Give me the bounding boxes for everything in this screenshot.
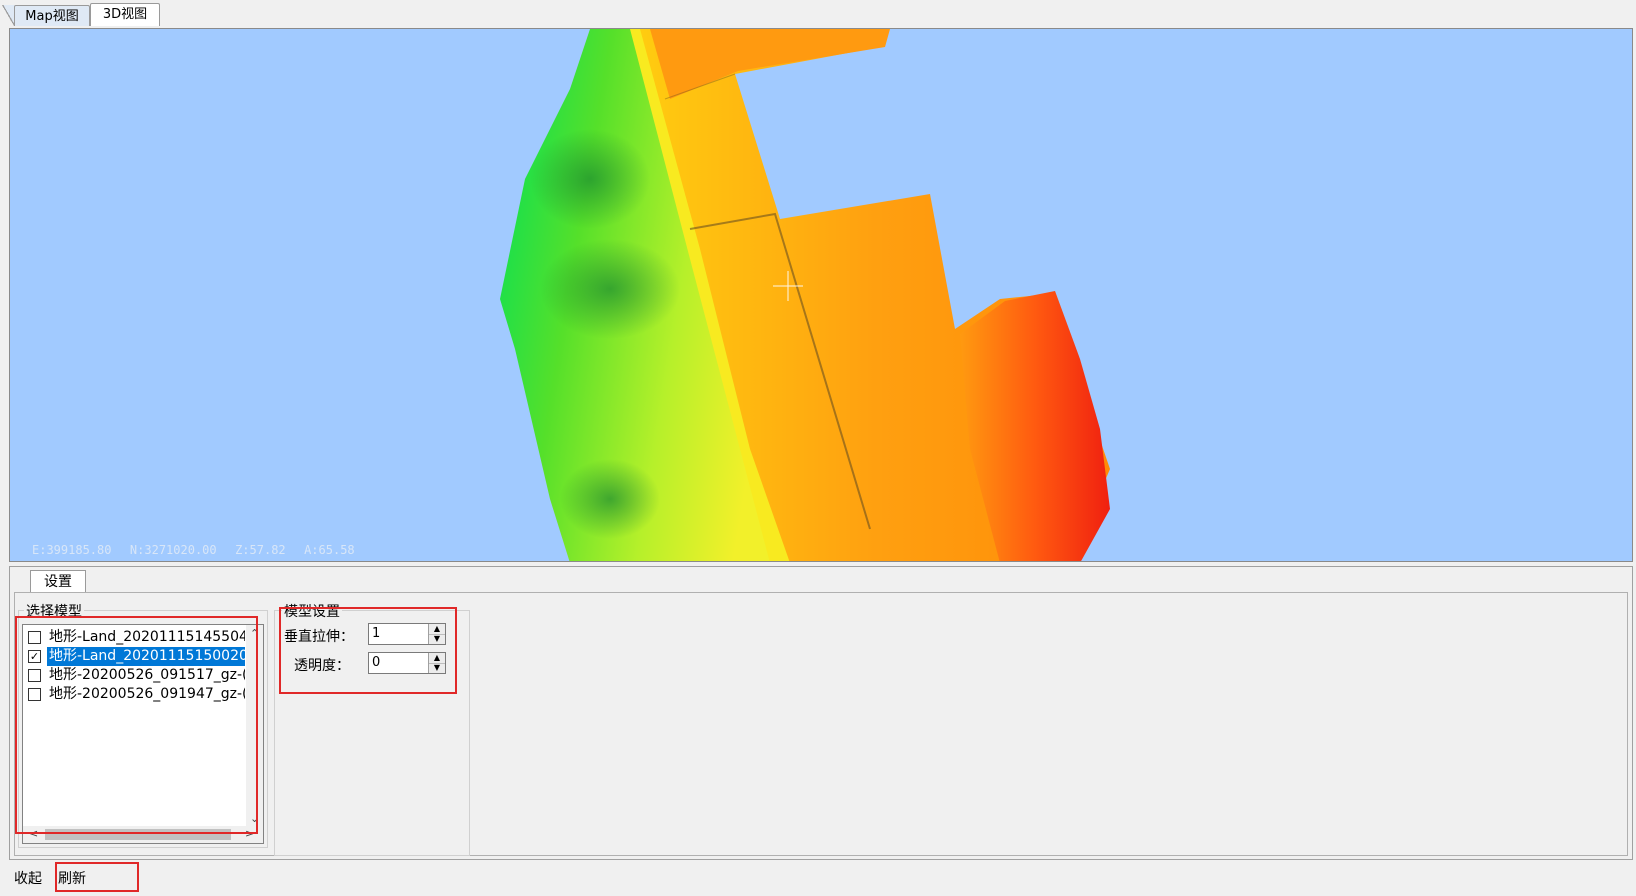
- spin-down-icon[interactable]: ▼: [429, 663, 445, 673]
- coordinate-readout: E:399185.80 N:3271020.00 Z:57.82 A:65.58: [32, 543, 355, 557]
- tab-3d-view[interactable]: 3D视图: [90, 3, 160, 26]
- model-checkbox[interactable]: ✓: [28, 650, 41, 663]
- model-settings-group: [274, 610, 470, 856]
- scroll-left-icon[interactable]: <: [29, 827, 38, 841]
- spin-down-icon[interactable]: ▼: [429, 634, 445, 644]
- 3d-viewport[interactable]: E:399185.80 N:3271020.00 Z:57.82 A:65.58: [9, 28, 1633, 562]
- vertical-stretch-spinner[interactable]: 1 ▲ ▼: [368, 623, 446, 645]
- select-model-label: 选择模型: [24, 601, 84, 621]
- vertical-stretch-value[interactable]: 1: [372, 626, 380, 641]
- list-item[interactable]: 地形-20200526_091517_gz-(: [25, 666, 245, 685]
- horizontal-scrollbar[interactable]: < >: [23, 826, 263, 843]
- tab-map-view[interactable]: Map视图: [14, 5, 90, 26]
- scroll-right-icon[interactable]: >: [245, 827, 254, 841]
- model-checkbox[interactable]: [28, 688, 41, 701]
- view-tab-bar: Map视图 3D视图: [0, 0, 1636, 28]
- transparency-spinner[interactable]: 0 ▲ ▼: [368, 652, 446, 674]
- model-name-selected: 地形-Land_20201115150020Z: [47, 647, 245, 666]
- spinner-buttons: ▲ ▼: [428, 653, 445, 673]
- vertical-scrollbar[interactable]: ⌃ ⌄: [246, 625, 263, 828]
- collapse-button[interactable]: 收起: [14, 868, 42, 888]
- list-item[interactable]: 地形-20200526_091947_gz-(: [25, 685, 245, 704]
- refresh-button[interactable]: 刷新: [58, 868, 86, 888]
- vertical-stretch-label: 垂直拉伸：: [284, 629, 354, 645]
- check-mark-icon: ✓: [29, 650, 40, 663]
- list-item[interactable]: 地形-Land_20201115145504(: [25, 628, 245, 647]
- transparency-label: 透明度：: [294, 658, 350, 674]
- scroll-up-icon[interactable]: ⌃: [250, 627, 259, 641]
- list-item[interactable]: ✓ 地形-Land_20201115150020Z: [25, 647, 245, 666]
- model-name: 地形-20200526_091517_gz-(: [49, 667, 245, 683]
- scroll-thumb[interactable]: [45, 829, 231, 840]
- model-name: 地形-20200526_091947_gz-(: [49, 686, 245, 702]
- transparency-value[interactable]: 0: [372, 655, 380, 670]
- spinner-buttons: ▲ ▼: [428, 624, 445, 644]
- terrain-render: [500, 29, 1110, 561]
- model-checkbox[interactable]: [28, 631, 41, 644]
- tab-settings[interactable]: 设置: [30, 570, 86, 592]
- model-name: 地形-Land_20201115145504(: [49, 629, 245, 645]
- scroll-down-icon[interactable]: ⌄: [250, 812, 259, 826]
- model-settings-label: 模型设置: [282, 601, 342, 621]
- model-listbox[interactable]: 地形-Land_20201115145504( ✓ 地形-Land_202011…: [22, 624, 264, 844]
- model-checkbox[interactable]: [28, 669, 41, 682]
